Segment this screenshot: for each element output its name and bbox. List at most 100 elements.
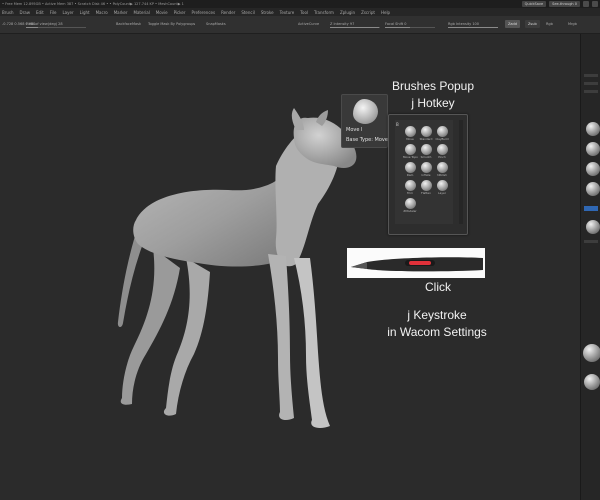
brush-icon [404,144,416,155]
menu-bar: Brush Draw Edit File Layer Light Macro Marker Ma… [0,8,600,16]
brush-label: Smooth [420,155,432,159]
brush-item[interactable]: Move Topo [403,144,418,160]
fov-slider-label[interactable]: Field of view(deg) 28 [26,22,63,26]
brush-icon [420,162,432,173]
fov-slider[interactable] [26,27,86,28]
active-curve-button[interactable]: ActiveCurve [298,22,319,26]
menu-item-light[interactable]: Light [80,10,90,15]
menu-item-preferences[interactable]: Preferences [192,10,216,15]
status-text: • Free Mem 12.895GB • Active Mem 387 • S… [2,2,184,6]
rgb-intensity-label[interactable]: Rgb Intensity 100 [448,22,479,26]
z-intensity-label[interactable]: Z Intensity 97 [330,22,354,26]
brush-item[interactable]: hPolish [435,162,449,178]
backface-mask-button[interactable]: BackfaceMask [116,22,141,26]
brush-label: Inflate [421,173,431,177]
active-tool-indicator[interactable] [584,206,598,211]
brush-item[interactable]: Layer [435,180,449,196]
brush-label: hPolish [437,173,447,177]
menu-item-brush[interactable]: Brush [2,10,14,15]
alpha-thumbnail[interactable] [586,162,600,176]
rgb-intensity-slider[interactable] [448,27,498,28]
rgb-toggle[interactable]: Rgb [546,22,553,26]
brush-item[interactable]: Pinch [435,144,449,160]
brush-label: Dam [406,173,414,177]
menu-item-movie[interactable]: Movie [156,10,168,15]
brush-label: Flatten [421,191,431,195]
menu-item-stencil[interactable]: Stencil [241,10,255,15]
brush-item[interactable]: Inflate [419,162,433,178]
dog-sculpt-model[interactable] [108,108,368,438]
shelf-slider[interactable] [584,90,598,93]
brush-item[interactable]: ZModeler [403,198,417,214]
brush-label: Layer [438,191,446,195]
focal-shift-label[interactable]: Focal Shift 0 [385,22,406,26]
shelf-slider[interactable] [584,74,598,77]
minimize-icon[interactable] [583,1,589,7]
shelf-slider[interactable] [584,240,598,243]
see-through-slider[interactable]: See-through 0 [549,1,580,7]
top-toolbar: -0.728 0.568 0.081 Field of view(deg) 28… [0,16,600,34]
brush-item[interactable]: Smooth [419,144,433,160]
brush-label: Pinch [438,155,446,159]
menu-item-file[interactable]: File [50,10,57,15]
quicksave-button[interactable]: QuickSave [521,1,547,7]
brush-label: ClayBuild [435,137,449,141]
popup-scrollbar[interactable] [459,120,463,224]
snap-masks-button[interactable]: SnapMasks [206,22,226,26]
brush-label: Trim [407,191,413,195]
brush-icon [436,126,448,137]
zadd-button[interactable]: Zadd [505,20,520,28]
close-icon[interactable] [592,1,598,7]
stroke-thumbnail[interactable] [586,142,600,156]
menu-item-zplugin[interactable]: Zplugin [340,10,355,15]
z-intensity-slider[interactable] [330,27,380,28]
move-brush-icon [353,99,378,124]
brush-item[interactable]: Move [403,126,417,142]
material-thumbnail[interactable] [586,220,600,234]
menu-item-marker[interactable]: Marker [114,10,128,15]
menu-item-stroke[interactable]: Stroke [261,10,274,15]
status-right-controls: QuickSave See-through 0 [521,1,598,7]
brush-base-type: Base Type: Move [346,137,388,143]
brush-thumbnail[interactable] [586,122,600,136]
menu-item-transform[interactable]: Transform [314,10,334,15]
annotation-click: Click [425,280,451,294]
brush-label: Move [406,137,414,141]
brush-icon [404,198,416,209]
shelf-slider[interactable] [584,82,598,85]
zsub-button[interactable]: Zsub [525,20,540,28]
matcap-sphere[interactable] [583,344,600,362]
brush-label: Standard [419,137,433,141]
brush-icon [420,144,432,155]
focal-shift-slider[interactable] [385,27,435,28]
menu-item-zscript[interactable]: Zscript [361,10,375,15]
menu-item-edit[interactable]: Edit [36,10,44,15]
brush-item[interactable]: Flatten [419,180,433,196]
brush-icon [404,180,416,191]
material-sphere[interactable] [584,374,600,390]
brush-icon [436,180,448,191]
menu-item-macro[interactable]: Macro [96,10,108,15]
menu-item-picker[interactable]: Picker [174,10,186,15]
menu-item-render[interactable]: Render [221,10,235,15]
menu-item-texture[interactable]: Texture [280,10,295,15]
menu-item-material[interactable]: Material [134,10,150,15]
toggle-mask-button[interactable]: Toggle Mask By Polygroups [148,22,195,26]
brush-name: Move I [346,127,363,133]
annotation-keystroke-line1: j Keystroke [407,308,467,322]
menu-item-help[interactable]: Help [381,10,390,15]
brush-item[interactable]: Trim [403,180,417,196]
brush-item[interactable]: Dam [403,162,417,178]
brush-icon [420,180,432,191]
texture-thumbnail[interactable] [586,182,600,196]
brush-item[interactable]: ClayBuild [435,126,449,142]
brush-item[interactable]: Standard [419,126,433,142]
brushes-popup: B Move Standard ClayBuild Move Topo Smooth Pi… [388,114,468,235]
menu-item-draw[interactable]: Draw [20,10,30,15]
menu-item-tool[interactable]: Tool [300,10,308,15]
mrgb-toggle[interactable]: Mrgb [568,22,577,26]
brush-icon [404,162,416,173]
pen-side-button [409,261,431,265]
menu-item-layer[interactable]: Layer [62,10,73,15]
annotation-keystroke-line2: in Wacom Settings [387,325,487,339]
